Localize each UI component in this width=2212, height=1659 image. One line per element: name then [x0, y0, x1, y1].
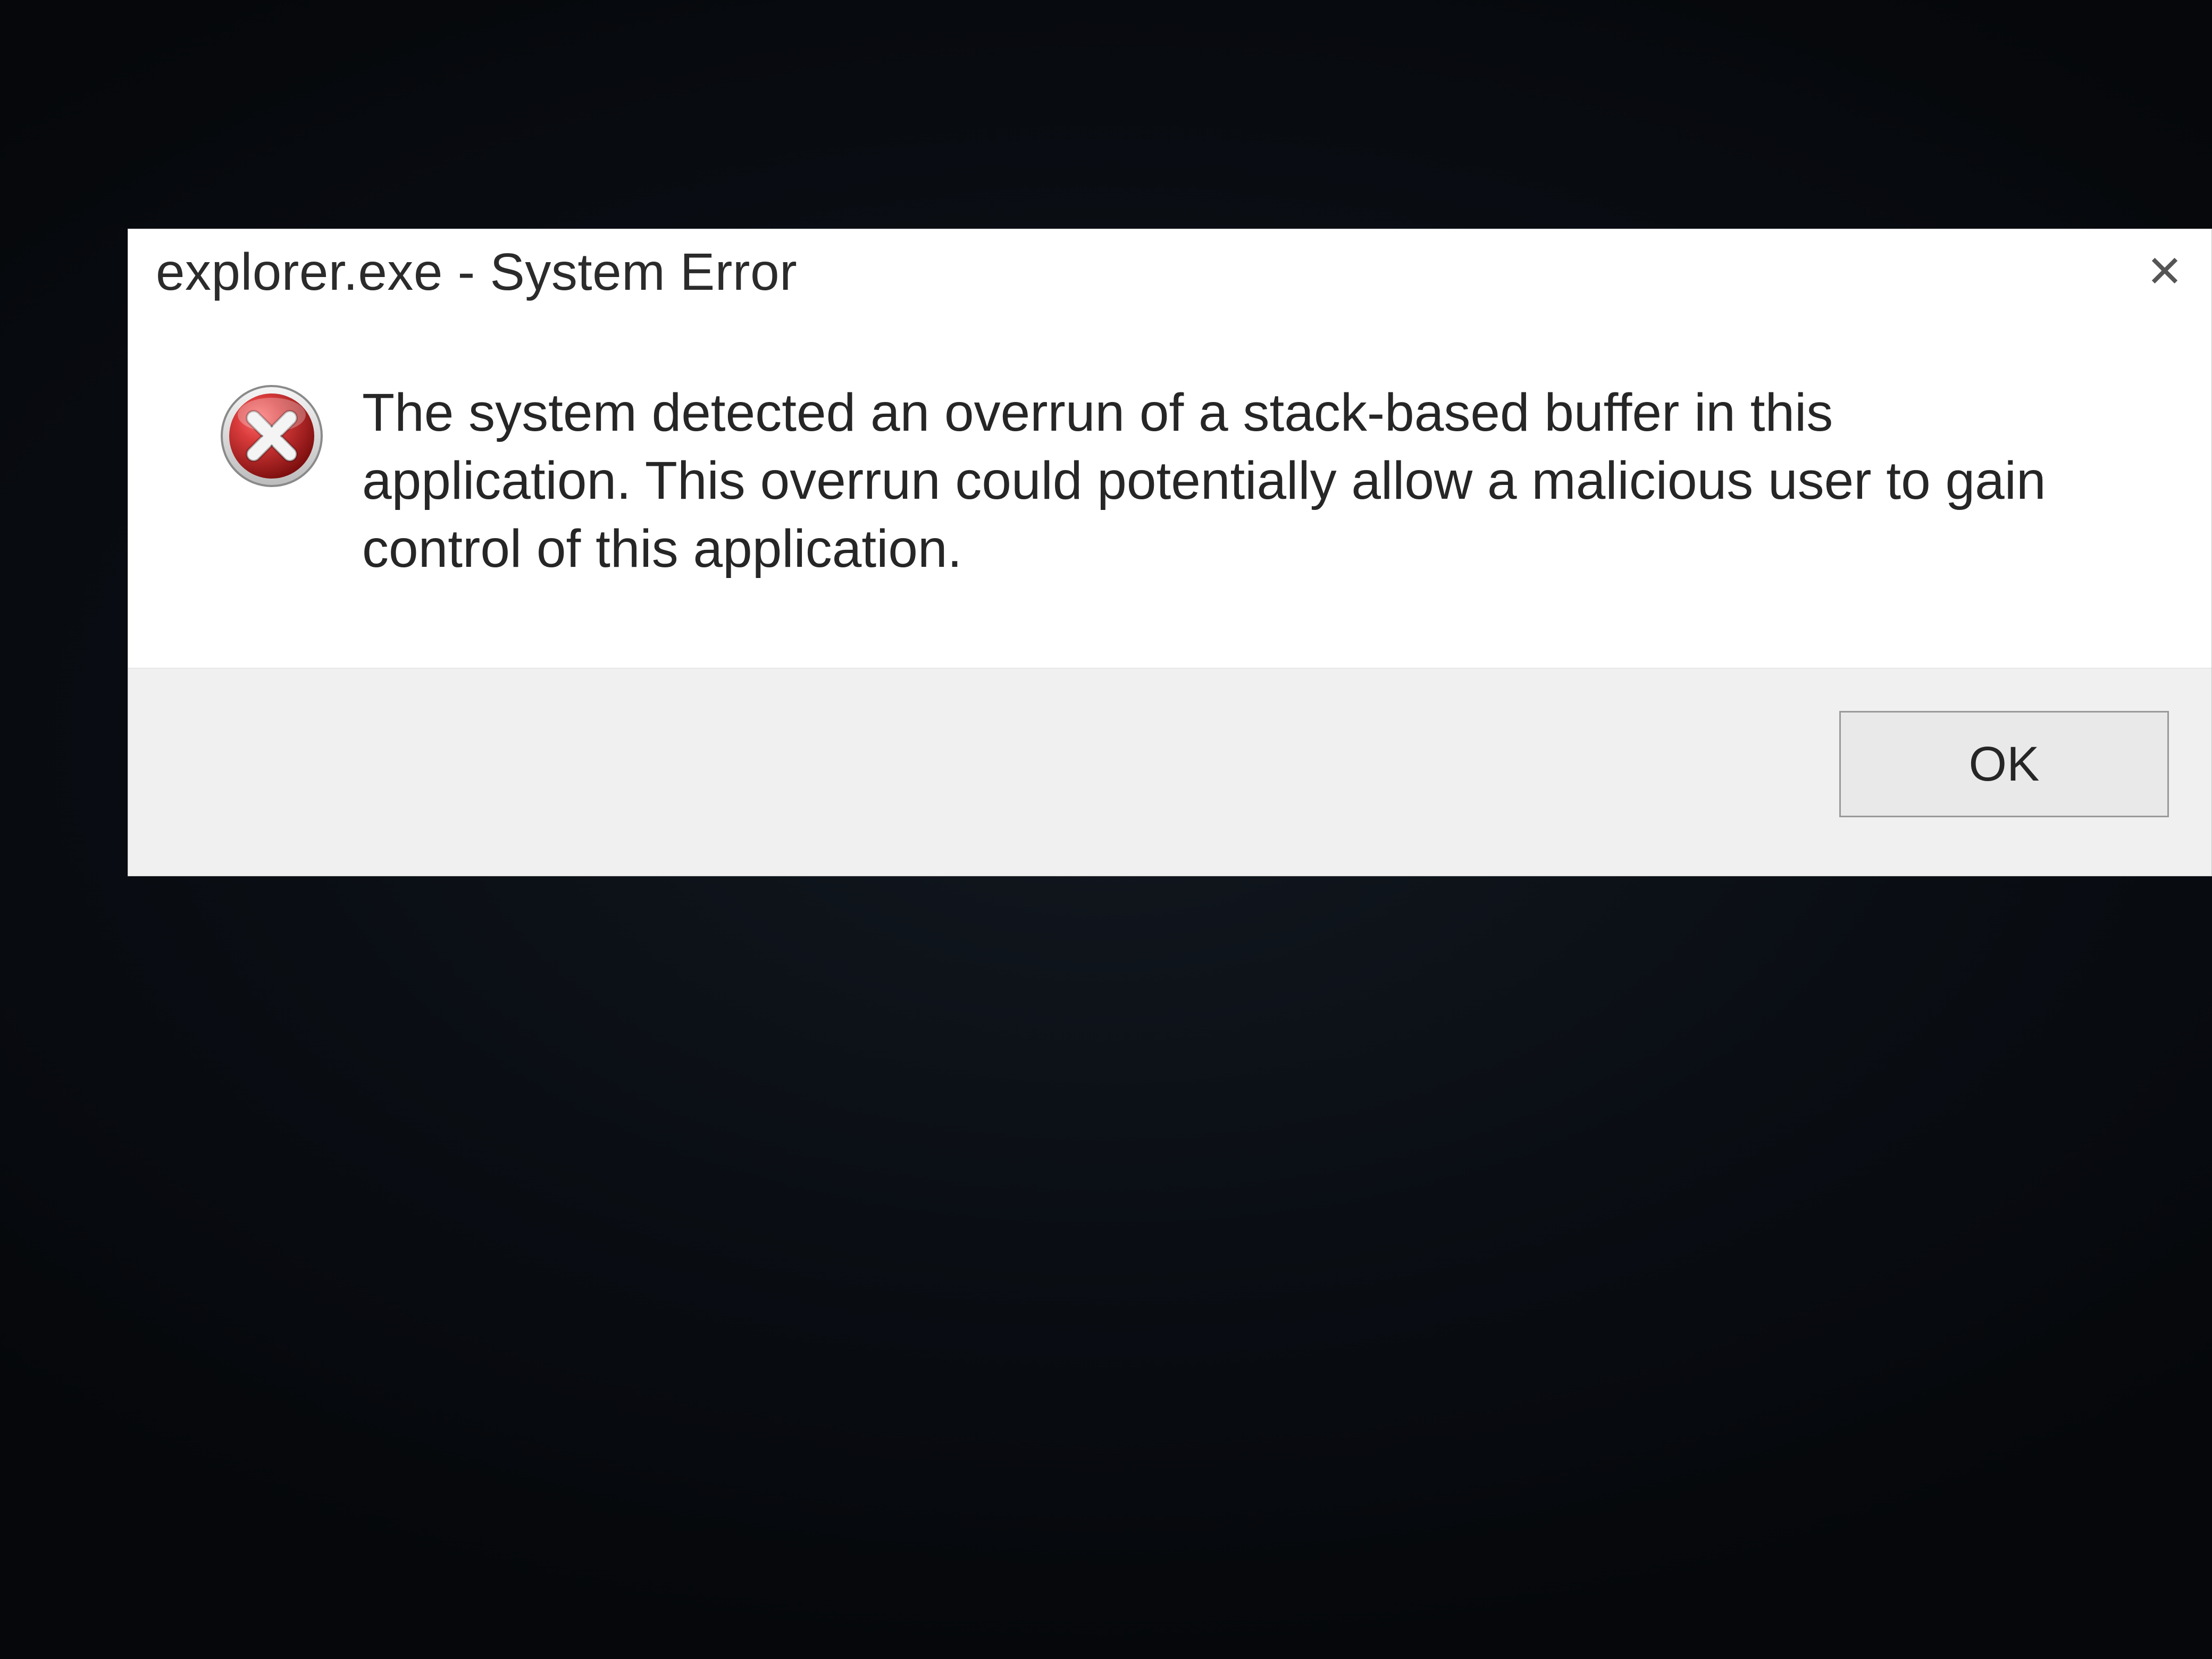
dialog-actions: OK — [128, 668, 2211, 876]
dialog-title: explorer.exe - System Error — [156, 242, 797, 302]
dialog-content: The system detected an overrun of a stac… — [128, 315, 2211, 668]
error-x-icon — [219, 383, 325, 489]
ok-button[interactable]: OK — [1839, 711, 2169, 817]
close-button[interactable] — [2133, 246, 2197, 299]
screen: explorer.exe - System Error — [0, 0, 2212, 1659]
system-error-dialog: explorer.exe - System Error — [128, 229, 2212, 876]
error-message: The system detected an overrun of a stac… — [362, 379, 2090, 583]
dialog-titlebar: explorer.exe - System Error — [128, 229, 2211, 315]
close-icon — [2148, 254, 2182, 290]
